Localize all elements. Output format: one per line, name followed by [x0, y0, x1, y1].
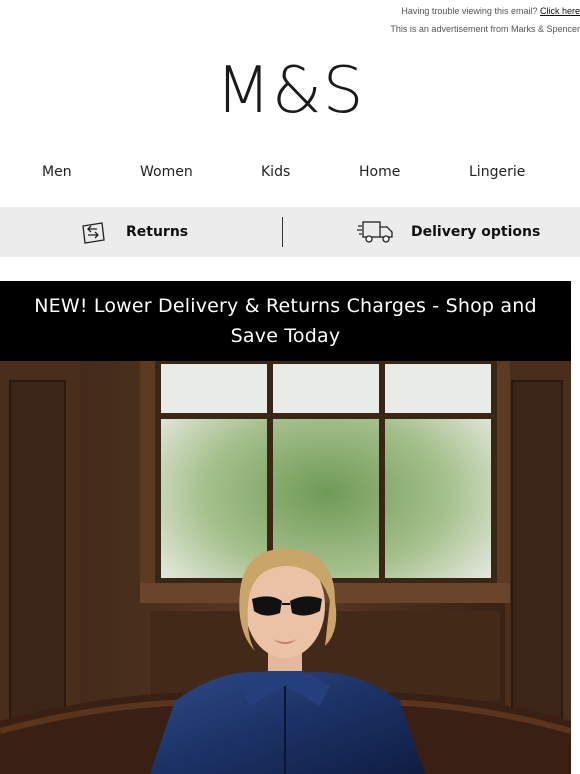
nav-item-kids[interactable]: Kids [261, 164, 290, 180]
click-here-link[interactable]: Click here [540, 6, 580, 16]
category-nav: Men Women Kids Home Lingerie [0, 164, 580, 184]
trouble-viewing-line: Having trouble viewing this email? Click… [401, 6, 580, 16]
nav-item-lingerie[interactable]: Lingerie [469, 164, 525, 180]
trouble-viewing-text: Having trouble viewing this email? [401, 6, 538, 16]
returns-link[interactable]: Returns [79, 207, 188, 257]
service-divider [282, 217, 283, 247]
promo-text: NEW! Lower Delivery & Returns Charges - … [34, 295, 537, 347]
hero-image[interactable] [0, 361, 571, 774]
returns-label: Returns [126, 224, 189, 240]
advertisement-notice: This is an advertisement from Marks & Sp… [390, 24, 580, 34]
delivery-truck-icon [357, 219, 395, 245]
delivery-options-label: Delivery options [411, 224, 541, 240]
delivery-options-link[interactable]: Delivery options [357, 207, 540, 257]
promo-banner[interactable]: NEW! Lower Delivery & Returns Charges - … [0, 281, 571, 361]
nav-item-men[interactable]: Men [42, 164, 72, 180]
service-bar: Returns Delivery options [0, 207, 580, 257]
nav-item-women[interactable]: Women [140, 164, 193, 180]
nav-item-home[interactable]: Home [359, 164, 400, 180]
ms-logo[interactable]: M&S [0, 56, 580, 126]
hero-photo-woman-sunglasses [0, 361, 571, 774]
returns-box-icon [79, 220, 106, 244]
